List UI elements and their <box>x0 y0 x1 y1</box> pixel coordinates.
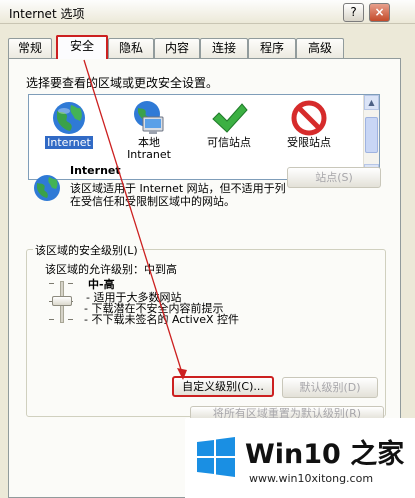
window-titlebar: Internet 选项 ? × <box>0 0 415 24</box>
slider-tick <box>49 283 54 284</box>
globe-icon <box>53 102 85 134</box>
scroll-thumb[interactable] <box>365 117 378 153</box>
window-title: Internet 选项 <box>9 7 85 21</box>
scroll-up-icon[interactable]: ▲ <box>364 95 379 110</box>
windows-logo-icon <box>197 437 235 477</box>
watermark-url: www.win10xitong.com <box>249 472 374 485</box>
security-level-description: - 适用于大多数网站 - 下载潜在不安全内容前提示 - 不下载未签名的 Acti… <box>82 292 239 325</box>
tab-advanced[interactable]: 高级 <box>296 38 344 58</box>
zone-restricted-sites-label: 受限站点 <box>287 136 331 149</box>
zone-select-prompt: 选择要查看的区域或更改安全设置。 <box>26 76 219 90</box>
watermark: Win10 之家 www.win10xitong.com <box>185 418 415 498</box>
zone-trusted-sites-label: 可信站点 <box>207 136 251 149</box>
help-button[interactable]: ? <box>343 3 364 22</box>
tab-privacy[interactable]: 隐私 <box>108 38 154 58</box>
tab-general[interactable]: 常规 <box>8 38 52 58</box>
zone-name: Internet <box>70 164 121 177</box>
zone-local-intranet[interactable]: 本地 Intranet <box>109 97 189 177</box>
slider-tick <box>68 283 73 284</box>
security-level-slider-thumb[interactable] <box>52 296 72 306</box>
tab-connections[interactable]: 连接 <box>200 38 248 58</box>
tab-security[interactable]: 安全 <box>56 35 108 59</box>
sites-button[interactable]: 站点(S) <box>287 167 381 188</box>
checkmark-icon <box>212 103 248 133</box>
slider-tick <box>49 319 54 320</box>
slider-tick <box>68 319 73 320</box>
level-item: - 不下载未签名的 ActiveX 控件 <box>84 313 240 326</box>
default-level-button[interactable]: 默认级别(D) <box>282 377 378 398</box>
security-level-name: 中-高 <box>88 278 115 291</box>
zone-internet-label: Internet <box>45 136 93 149</box>
tab-content[interactable]: 内容 <box>154 38 200 58</box>
zone-trusted-sites[interactable]: 可信站点 <box>189 97 269 177</box>
tab-programs[interactable]: 程序 <box>248 38 296 58</box>
zone-restricted-sites[interactable]: 受限站点 <box>269 97 349 177</box>
globe-icon <box>34 175 60 201</box>
security-level-group-title: 该区域的安全级别(L) <box>33 242 140 258</box>
intranet-computer-icon <box>134 101 164 134</box>
zone-description: 该区域适用于 Internet 网站，但不适用于列在受信任和受限制区域中的网站。 <box>70 182 286 208</box>
allowed-levels-text: 该区域的允许级别：中到高 <box>45 263 177 276</box>
no-entry-icon <box>291 100 327 136</box>
watermark-brand: Win10 之家 <box>245 439 405 470</box>
close-button[interactable]: × <box>369 3 390 22</box>
custom-level-button[interactable]: 自定义级别(C)... <box>172 376 274 397</box>
zone-local-intranet-label: 本地 Intranet <box>127 136 171 161</box>
